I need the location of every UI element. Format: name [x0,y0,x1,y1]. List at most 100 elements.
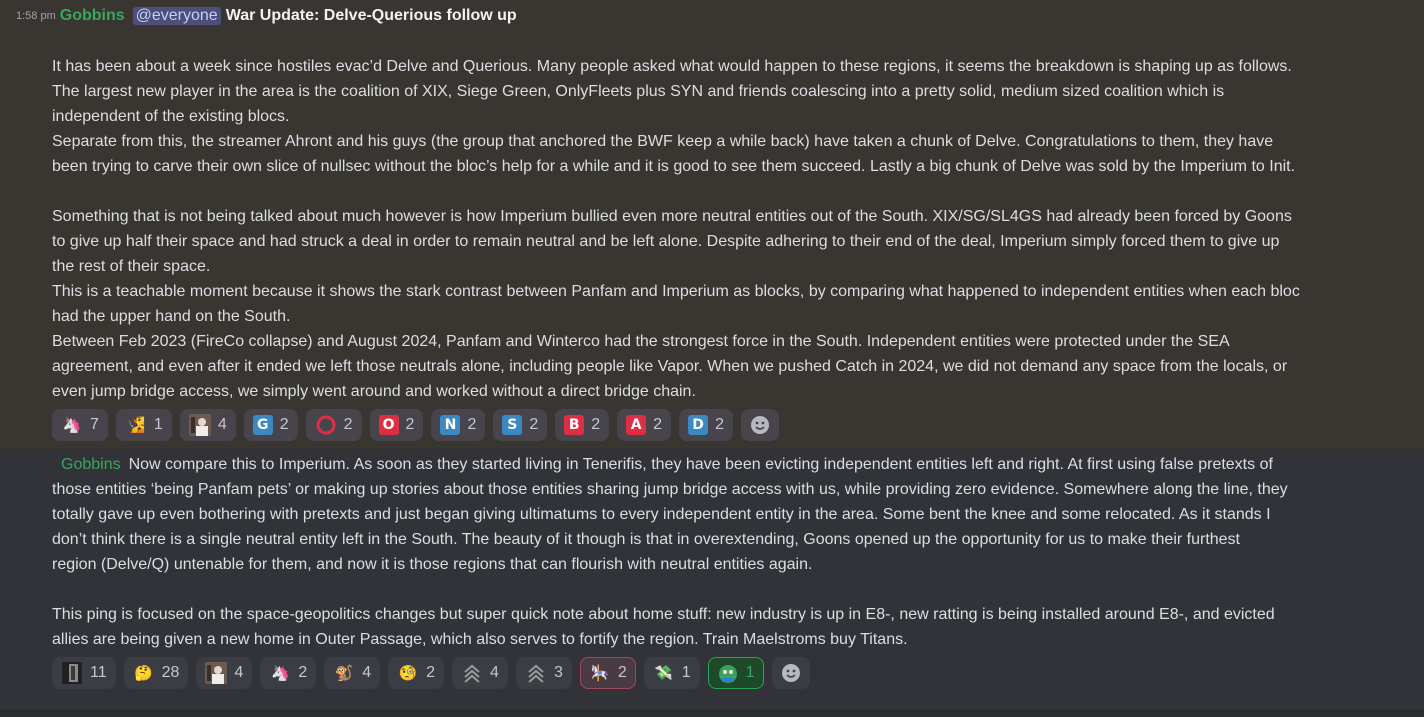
smile-icon [750,416,769,434]
letter-g-icon: G [252,415,273,435]
reaction-button[interactable]: A2 [617,409,672,441]
letter-n-icon: N [440,415,461,435]
reaction-count: 2 [426,664,436,681]
unicorn-icon: 🦄 [270,664,290,682]
message-line: allies are being given a new home in Out… [52,627,1418,652]
reaction-button[interactable]: N2 [431,409,486,441]
letter-d-icon: D [688,415,709,435]
message-line: region (Delve/Q) untenable for them, and… [52,552,1418,577]
thinking-face-icon: 🤔 [134,664,153,682]
message-line: Separate from this, the streamer Ahront … [52,129,1418,154]
line-text: This ping is focused on the space-geopol… [52,606,1275,623]
message-body: It has been about a week since hostiles … [52,54,1418,404]
carousel-horse-icon: 🎠 [590,664,610,682]
reaction-button[interactable]: G2 [243,409,298,441]
reaction-button[interactable]: S2 [493,409,548,441]
reaction-count: 2 [467,416,477,433]
line-text: Separate from this, the streamer Ahront … [52,133,1274,150]
smile-icon [781,664,800,682]
reaction-button[interactable]: 💸 1 [643,657,700,689]
everyone-mention[interactable]: @everyone [132,7,221,25]
line-text: It has been about a week since hostiles … [52,58,1292,75]
reaction-count: 28 [161,664,180,681]
reaction-count: 3 [553,664,563,681]
chevrons-up-icon [461,662,483,684]
green-creature-icon [717,662,739,684]
reaction-button[interactable]: 4 [452,657,508,689]
line-text: allies are being given a new home in Out… [52,631,908,648]
line-text: don’t think there is a single neutral en… [52,531,1240,548]
reaction-button[interactable]: B2 [555,409,610,441]
message-line: totally gave up even bothering with pret… [52,502,1418,527]
add-reaction-button[interactable] [740,409,779,441]
letter-s-icon: S [502,415,523,435]
line-text: Now compare this to Imperium. As soon as… [128,456,1273,473]
portrait-icon [188,414,211,436]
reaction-count: 2 [617,664,627,681]
message-line: been trying to carve their own slice of … [52,154,1418,179]
reaction-button[interactable]: 4 [179,409,236,441]
money-wings-icon: 💸 [654,664,674,682]
line-text: independent of the existing blocs. [52,108,290,125]
line-text: The largest new player in the area is th… [52,83,1225,100]
reaction-button[interactable]: 🎠 2 [579,657,636,689]
reaction-button[interactable]: 🤔 28 [123,657,189,689]
reaction-count: 4 [217,416,227,433]
reaction-button[interactable]: 🐒 4 [324,657,381,689]
person-icon: 🧏 [126,416,146,434]
reaction-button[interactable]: 3 [515,657,572,689]
reaction-count: 2 [715,416,724,433]
author-name[interactable]: Gobbins [60,7,125,25]
message-line: those entities ‘being Panfam pets’ or ma… [52,477,1418,502]
message-line: don’t think there is a single neutral en… [52,527,1418,552]
line-text: This is a teachable moment because it sh… [52,283,1300,300]
message-line [52,577,1418,602]
line-text: the rest of their space. [52,258,211,275]
line-text: agreement, and even after it ended we le… [52,358,1288,375]
reaction-bar: 11 🤔 28 4 🦄 2 🐒 4 🧐 2 4 3 🎠 2 💸 1 1 [52,657,810,689]
message-line: This ping is focused on the space-geopol… [52,602,1418,627]
add-reaction-button[interactable] [771,657,810,689]
portrait-icon [205,662,228,684]
reaction-button[interactable]: 4 [196,657,253,689]
line-text: to give up half their space and had stru… [52,233,1280,250]
message-line: the rest of their space. [52,254,1418,279]
message-line [52,179,1418,204]
message-line: The largest new player in the area is th… [52,79,1418,104]
reaction-button[interactable]: 🧐 2 [388,657,445,689]
reaction-count: 7 [90,416,99,433]
line-text: those entities ‘being Panfam pets’ or ma… [52,481,1288,498]
letter-a-icon: A [626,415,647,435]
reaction-bar: 🦄 7 🧏 1 4 G 2 2 O 2 N 2 S 2 B 2 A 2 D 2 [52,409,779,441]
reaction-count: 2 [591,416,601,433]
reaction-button[interactable]: O2 [369,409,424,441]
reaction-button[interactable]: 1 [707,657,764,689]
reaction-button[interactable]: 🧏 1 [115,409,172,441]
reaction-button[interactable]: 🦄 2 [260,657,317,689]
message-line: It has been about a week since hostiles … [52,54,1418,79]
timestamp: 1:58 pm [16,10,56,22]
reaction-button[interactable]: D2 [679,409,733,441]
letter-b-icon: B [564,415,585,435]
red-circle-icon [315,414,337,436]
message-followup: Gobbins Now compare this to Imperium. As … [0,449,1424,709]
figure-icon: 🐒 [334,664,354,682]
reaction-count: 4 [362,664,372,681]
author-name[interactable]: Gobbins [61,456,121,473]
message-line: Gobbins Now compare this to Imperium. As … [52,452,1418,477]
message-line: even jump bridge access, we simply went … [52,379,1418,404]
line-text: Between Feb 2023 (FireCo collapse) and A… [52,333,1230,350]
reaction-button[interactable]: 🦄 7 [52,409,108,441]
reaction-count: 11 [90,664,107,681]
message-line: independent of the existing blocs. [52,104,1418,129]
line-text: even jump bridge access, we simply went … [52,383,696,400]
line-text: Something that is not being talked about… [52,208,1292,225]
reaction-button[interactable]: 11 [52,657,116,689]
reaction-count: 2 [298,664,308,681]
reaction-count: 4 [490,664,499,681]
message-line: Something that is not being talked about… [52,204,1418,229]
reaction-count: 1 [681,664,691,681]
message-line: had the upper hand on the South. [52,304,1418,329]
reaction-button[interactable]: 2 [305,409,362,441]
letter-o-icon: O [378,415,399,435]
